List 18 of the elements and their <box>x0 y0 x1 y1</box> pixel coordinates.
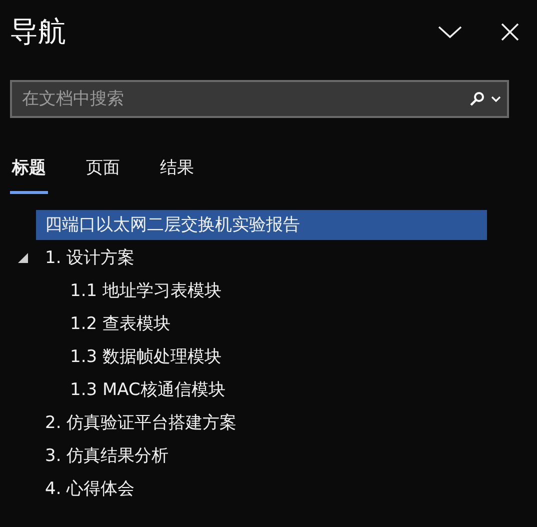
heading-item[interactable]: 2. 仿真验证平台搭建方案 <box>36 408 487 438</box>
chevron-down-icon <box>437 24 463 40</box>
heading-item[interactable]: 1.3 数据帧处理模块 <box>61 342 487 372</box>
heading-item[interactable]: 3. 仿真结果分析 <box>36 440 487 470</box>
search-field[interactable]: 在文档中搜索 <box>10 80 509 118</box>
search-icon[interactable] <box>469 91 485 107</box>
heading-item[interactable]: 1.2 查表模块 <box>61 308 487 338</box>
tab[interactable]: 结果 <box>158 150 196 194</box>
tab[interactable]: 标题 <box>10 150 48 194</box>
pane-title: 导航 <box>10 14 67 50</box>
heading-item[interactable]: 1.3 MAC核通信模块 <box>61 374 487 404</box>
heading-item[interactable]: 4. 心得体会 <box>36 474 487 504</box>
heading-item[interactable]: 四端口以太网二层交换机实验报告 <box>36 210 487 240</box>
heading-item[interactable]: 1. 设计方案 <box>36 242 487 272</box>
tab[interactable]: 页面 <box>84 150 122 194</box>
close-icon <box>501 23 519 41</box>
heading-item[interactable]: 1.1 地址学习表模块 <box>61 276 487 306</box>
expand-triangle-icon[interactable] <box>17 252 29 264</box>
